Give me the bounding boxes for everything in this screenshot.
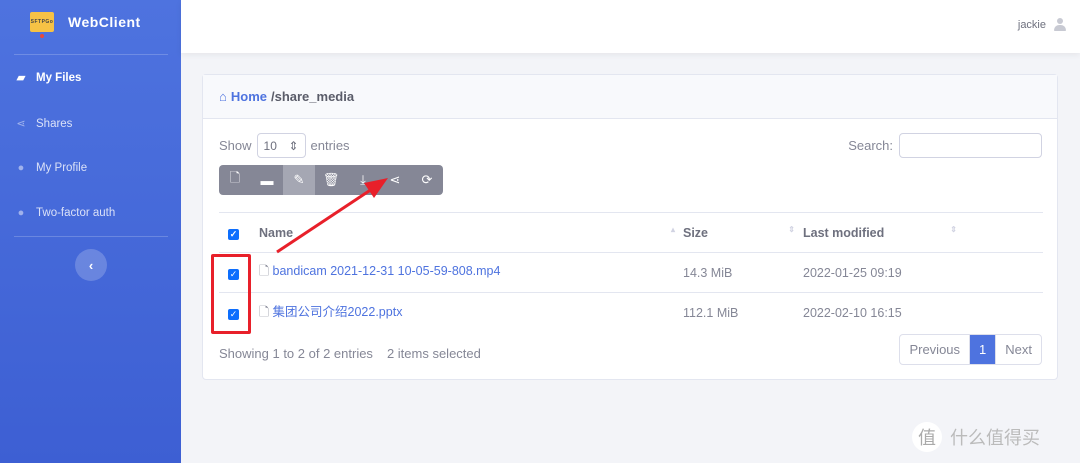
annotation-arrow	[276, 178, 388, 254]
watermark-badge: 值	[912, 422, 942, 452]
watermark: 值 什么值得买	[912, 422, 1040, 452]
watermark-text: 什么值得买	[950, 428, 1040, 448]
